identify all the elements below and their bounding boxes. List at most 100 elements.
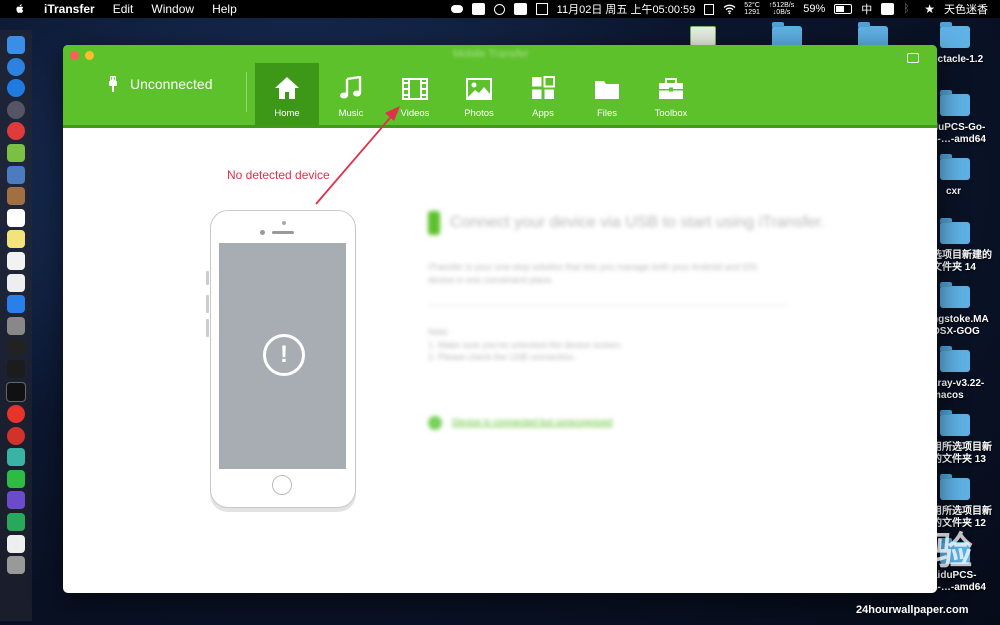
tab-home[interactable]: Home [255, 63, 319, 125]
desktop-folder[interactable]: 选项目新建的 文件夹 14 [932, 218, 992, 274]
baidu-watermark: Bai du 经验 jingyan.baidu.com [762, 520, 974, 591]
menu-app-name[interactable]: iTransfer [44, 2, 95, 16]
tab-photos[interactable]: Photos [447, 63, 511, 125]
desktop-folder[interactable]: ectacle-1.2 [932, 22, 983, 66]
tab-apps[interactable]: Apps [511, 63, 575, 125]
heading-text: Connect your device via USB to start usi… [450, 214, 825, 231]
net-up: ↑512B/s [768, 2, 795, 9]
android-icon[interactable] [7, 143, 25, 162]
note-title: Note: [428, 327, 450, 337]
tab-toolbox[interactable]: Toolbox [639, 63, 703, 125]
notes-brown-icon[interactable] [7, 187, 25, 206]
music-icon [340, 76, 362, 99]
preview-icon[interactable] [7, 165, 25, 184]
star-icon[interactable]: ★ [924, 2, 935, 16]
desktop-folder[interactable]: ngstoke.MA OSX-GOG [932, 282, 989, 338]
menu-help[interactable]: Help [212, 2, 237, 16]
annotation-text: No detected device [227, 168, 330, 182]
connection-status: Unconnected [108, 76, 213, 92]
menubar-datetime[interactable]: 11月02日 周五 上午05:00:59 [557, 1, 696, 17]
phone-camera [260, 230, 265, 235]
desktop-folder[interactable]: duPCS-Go- 6-…-amd64 [932, 90, 986, 146]
phone-screen: ! [219, 243, 346, 469]
battery-icon[interactable] [834, 4, 853, 14]
folder-icon [940, 474, 970, 500]
folder-label: duPCS-Go- 6-…-amd64 [932, 122, 986, 145]
desktop-folder[interactable]: 用所选项目新 的文件夹 13 [932, 410, 992, 466]
note-block: Note: 1. Make sure you've unlocked the d… [428, 326, 828, 364]
reminders-icon[interactable] [7, 251, 25, 270]
tab-label: Photos [464, 108, 494, 119]
close-button[interactable] [70, 51, 79, 60]
phone-side-button [206, 271, 209, 285]
terminal-green-icon[interactable] [7, 359, 25, 378]
input-method[interactable]: 中 [861, 1, 872, 17]
stickies-icon[interactable] [7, 230, 25, 249]
safari-icon[interactable] [7, 57, 25, 76]
imovie-icon[interactable] [7, 491, 25, 510]
apple-square-icon[interactable] [513, 3, 527, 15]
title-bar: Mobile Transfer Unconnected Home Music V… [63, 45, 937, 128]
app-store-blue-icon[interactable] [7, 79, 25, 98]
minimize-button[interactable] [85, 51, 94, 60]
folder-icon [940, 154, 970, 180]
tab-music[interactable]: Music [319, 63, 383, 125]
document-icon[interactable] [7, 534, 25, 553]
menu-edit[interactable]: Edit [113, 2, 134, 16]
folder-label: 2ray-v3.22- macos [932, 378, 985, 401]
vivaldi-icon[interactable] [7, 405, 25, 424]
trash-icon[interactable] [7, 556, 25, 575]
sync-app-icon[interactable] [7, 448, 25, 467]
desktop-folder[interactable]: 2ray-v3.22- macos [932, 346, 985, 402]
bluetooth-icon[interactable]: ᛒ [903, 3, 915, 15]
tab-videos[interactable]: Videos [383, 63, 447, 125]
c-app-icon[interactable] [471, 3, 485, 15]
connection-label: Unconnected [130, 76, 213, 92]
tab-files[interactable]: Files [575, 63, 639, 125]
itransfer-window: Mobile Transfer Unconnected Home Music V… [63, 45, 937, 593]
photos-icon[interactable] [7, 273, 25, 292]
folder-icon [940, 90, 970, 116]
help-link[interactable]: Device is connected but unrecognized [428, 415, 828, 430]
chat-icon[interactable] [907, 53, 919, 63]
sale-app-icon[interactable] [7, 122, 25, 141]
launchpad-icon[interactable] [7, 100, 25, 119]
wifi-icon[interactable] [723, 3, 736, 15]
tab-label: Apps [532, 108, 554, 119]
cloud-icon[interactable] [450, 5, 463, 13]
network-monitor[interactable]: ↑512B/s ↓0B/s [769, 2, 794, 16]
tab-label: Home [274, 108, 300, 119]
netease-music-icon[interactable] [7, 426, 25, 445]
dock [0, 30, 32, 621]
system-preferences-icon[interactable] [7, 316, 25, 335]
calendar-icon[interactable] [7, 208, 25, 227]
menubar-user[interactable]: 天色迷香 [944, 1, 988, 17]
alert-icon: ! [263, 334, 305, 376]
window-title: Mobile Transfer [453, 48, 529, 60]
activity-monitor-icon[interactable] [7, 338, 25, 357]
wechat-icon[interactable] [7, 469, 25, 488]
finder-icon[interactable] [7, 36, 25, 54]
connect-description: iTransfer is your one-stop solution that… [428, 262, 758, 285]
menu-window[interactable]: Window [151, 2, 194, 16]
folder-icon [940, 410, 970, 436]
apple-icon[interactable] [14, 3, 26, 15]
calendar-grid-icon[interactable] [535, 3, 548, 15]
header-divider [246, 72, 247, 112]
bookmark-icon[interactable] [704, 3, 715, 15]
folder-icon [940, 346, 970, 372]
globe-icon[interactable] [493, 3, 505, 15]
sogou-icon[interactable] [881, 3, 895, 15]
green-app-icon[interactable] [7, 513, 25, 532]
connect-info-panel: Connect your device via USB to start usi… [428, 211, 828, 430]
cpu-monitor[interactable]: 52°C 1291 [744, 2, 760, 16]
terminal-icon[interactable] [6, 381, 26, 402]
help-link-text[interactable]: Device is connected but unrecognized [452, 417, 613, 428]
folder-label: ngstoke.MA OSX-GOG [932, 314, 989, 337]
net-down: ↓0B/s [772, 9, 791, 16]
app-store-icon[interactable] [7, 295, 25, 314]
battery-percent[interactable]: 59% [803, 3, 825, 15]
phone-side-button [206, 295, 209, 313]
desktop-folder[interactable]: cxr [932, 154, 970, 198]
desktop-app-icon[interactable] [690, 26, 716, 46]
